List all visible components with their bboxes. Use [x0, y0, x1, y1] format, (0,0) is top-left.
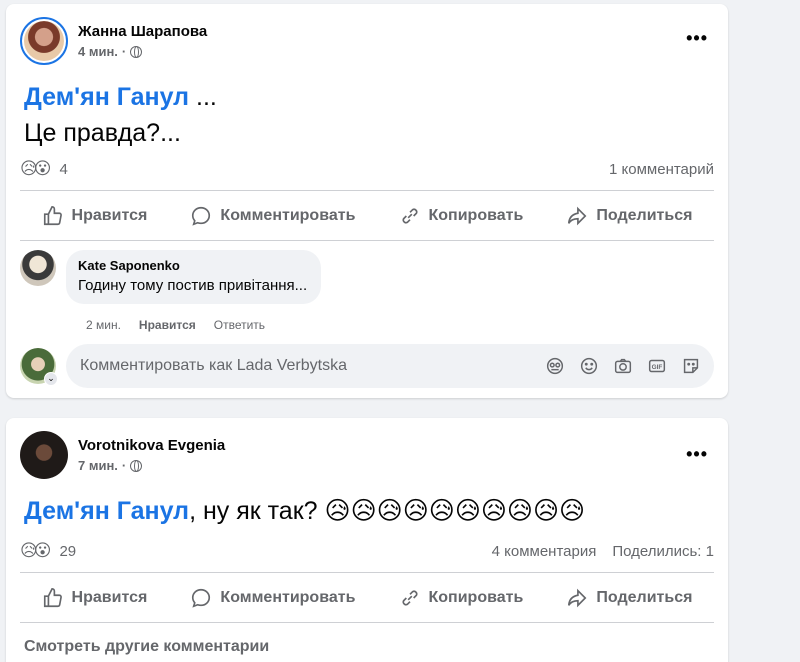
post-text: Дем'ян Ганул, ну як так? 😥😥😥😥😥😥😥😥😥😥 — [24, 494, 585, 528]
divider — [20, 622, 714, 623]
like-icon — [43, 206, 62, 226]
comment-icon — [192, 206, 211, 226]
comments-count-link[interactable]: 4 комментария — [492, 543, 597, 560]
comment-reply-button[interactable]: Ответить — [214, 318, 265, 332]
like-button[interactable]: Нравится — [34, 581, 156, 615]
author-name[interactable]: Vorotnikova Evgenia — [78, 437, 225, 454]
comment-button[interactable]: Комментировать — [182, 581, 363, 615]
see-more-comments-link[interactable]: Смотреть другие комментарии — [24, 638, 269, 656]
more-options-button[interactable]: ••• — [686, 28, 708, 49]
copy-label: Копировать — [428, 589, 524, 606]
action-bar: Нравится Комментировать Копировать Подел… — [20, 576, 714, 620]
comment-label: Комментировать — [220, 589, 356, 606]
post-stats: 😥 😮 4 1 комментарий — [20, 157, 714, 181]
author-avatar[interactable] — [20, 431, 68, 479]
action-bar: Нравится Комментировать Копировать Подел… — [20, 194, 714, 238]
post-header: Vorotnikova Evgenia 7 мин. · — [20, 430, 225, 480]
copy-button[interactable]: Копировать — [391, 199, 532, 233]
shares-count-link[interactable]: Поделились: 1 — [612, 543, 714, 560]
wow-reaction-icon: 😮 — [33, 541, 52, 560]
copy-label: Копировать — [428, 207, 524, 224]
post-header: Жанна Шарапова 4 мин. · — [20, 16, 207, 66]
emoji-icon[interactable] — [578, 355, 600, 377]
gif-icon[interactable]: GIF — [646, 355, 668, 377]
divider — [20, 240, 714, 241]
reactions-summary[interactable]: 😥 😮 4 — [20, 159, 68, 179]
comment-text: Годину тому постив привітання... — [78, 277, 308, 294]
post-card-2: Vorotnikova Evgenia 7 мин. · ••• Дем'ян … — [6, 418, 728, 662]
comment: Kate Saponenko Годину тому постив привіт… — [20, 250, 322, 304]
share-icon — [568, 588, 587, 608]
divider — [20, 190, 714, 191]
post-card-1: Жанна Шарапова 4 мин. · ••• Дем'ян Ганул… — [6, 4, 728, 398]
comment-icon — [192, 588, 211, 608]
wow-reaction-icon: 😮 — [33, 159, 52, 178]
reactions-summary[interactable]: 😥 😮 29 — [20, 541, 76, 561]
post-text-suffix: , ну як так? 😥😥😥😥😥😥😥😥😥😥 — [189, 497, 586, 525]
post-text-suffix: ... — [189, 83, 217, 111]
comment-label: Комментировать — [220, 207, 356, 224]
commenter-avatar[interactable] — [20, 250, 56, 286]
sticker-icon[interactable] — [680, 355, 702, 377]
comment-button[interactable]: Комментировать — [182, 199, 363, 233]
avatar-sticker-icon[interactable] — [544, 355, 566, 377]
share-label: Поделиться — [596, 207, 693, 224]
share-button[interactable]: Поделиться — [558, 581, 700, 615]
like-label: Нравится — [71, 589, 148, 606]
comment-input[interactable] — [80, 357, 544, 375]
my-avatar[interactable]: ⌄ — [20, 348, 58, 386]
mention-link[interactable]: Дем'ян Ганул — [24, 497, 189, 525]
comment-time[interactable]: 2 мин. — [86, 318, 121, 332]
reaction-count: 4 — [59, 160, 68, 178]
author-name[interactable]: Жанна Шарапова — [78, 23, 207, 40]
camera-icon[interactable] — [612, 355, 634, 377]
commenter-name[interactable]: Kate Saponenko — [78, 258, 307, 273]
svg-text:GIF: GIF — [652, 364, 663, 371]
post-stats: 😥 😮 29 4 комментария Поделились: 1 — [20, 539, 714, 563]
post-text: Дем'ян Ганул ... — [24, 80, 217, 114]
composer-tools: GIF — [544, 355, 702, 377]
copy-button[interactable]: Копировать — [391, 581, 532, 615]
comment-composer: ⌄ GIF — [20, 344, 714, 388]
divider — [20, 572, 714, 573]
comment-input-box[interactable]: GIF — [66, 344, 714, 388]
like-button[interactable]: Нравится — [34, 199, 156, 233]
comment-meta: 2 мин. Нравится Ответить — [86, 318, 265, 332]
reaction-count: 29 — [59, 542, 77, 560]
copy-link-icon — [402, 208, 418, 224]
globe-icon — [130, 459, 143, 472]
comment-like-button[interactable]: Нравится — [139, 318, 196, 332]
share-label: Поделиться — [596, 589, 693, 606]
share-icon — [568, 206, 587, 226]
comments-count-link[interactable]: 1 комментарий — [609, 161, 714, 178]
more-options-button[interactable]: ••• — [686, 444, 708, 465]
like-icon — [43, 588, 62, 608]
globe-icon — [130, 45, 143, 58]
post-time[interactable]: 7 мин. — [78, 458, 118, 473]
copy-link-icon — [402, 590, 418, 606]
author-avatar[interactable] — [20, 17, 68, 65]
chevron-down-icon[interactable]: ⌄ — [44, 372, 58, 386]
share-button[interactable]: Поделиться — [558, 199, 700, 233]
like-label: Нравится — [71, 207, 148, 224]
post-time[interactable]: 4 мин. — [78, 44, 118, 59]
comment-bubble: Kate Saponenko Годину тому постив привіт… — [66, 250, 322, 304]
mention-link[interactable]: Дем'ян Ганул — [24, 83, 189, 111]
post-text-line2: Це правда?... — [24, 119, 181, 147]
